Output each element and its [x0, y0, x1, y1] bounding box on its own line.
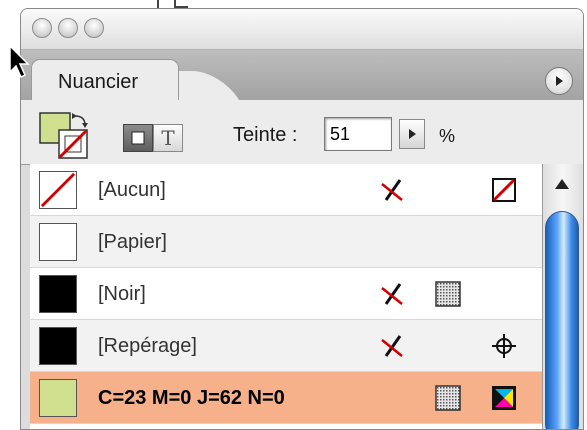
- registration-target-icon: [492, 334, 516, 358]
- pencil-crossed-icon: [381, 283, 403, 305]
- apply-to-container-button[interactable]: [123, 124, 153, 152]
- list-item[interactable]: [Noir]: [30, 268, 542, 320]
- swatch-name: [Papier]: [98, 231, 167, 253]
- close-button[interactable]: [32, 18, 52, 38]
- list-item[interactable]: [Papier]: [30, 216, 542, 268]
- apply-to-text-button[interactable]: T: [153, 124, 183, 152]
- swatches-palette-window: Nuancier T Teinte : % [Aucun]: [20, 8, 584, 430]
- process-color-icon: [435, 281, 461, 307]
- black-swatch-chip: [39, 275, 77, 313]
- play-arrow-icon: [409, 129, 416, 139]
- play-arrow-icon: [556, 76, 563, 86]
- palette-toolbar: [21, 100, 583, 165]
- swatch-name: [Aucun]: [98, 179, 166, 201]
- list-item[interactable]: C=23 M=0 J=62 N=0: [30, 372, 542, 424]
- cmyk-swatch-chip: [39, 379, 77, 417]
- swatch-name: C=23 M=0 J=62 N=0: [98, 387, 285, 409]
- minimize-button[interactable]: [58, 18, 78, 38]
- zoom-button[interactable]: [84, 18, 104, 38]
- pencil-crossed-icon: [381, 335, 403, 357]
- swatch-list: [Aucun] [Papier] [Noir] [Repérage] C=23 …: [30, 164, 542, 429]
- tab-nuancier[interactable]: Nuancier: [31, 59, 179, 101]
- palette-titlebar[interactable]: [21, 9, 583, 50]
- paper-swatch-chip: [39, 223, 77, 261]
- scroll-up-button[interactable]: [549, 171, 575, 197]
- swatch-name: [Repérage]: [98, 335, 197, 357]
- process-color-icon: [435, 385, 461, 411]
- swatch-name: [Noir]: [98, 283, 146, 305]
- tab-label: Nuancier: [58, 71, 139, 93]
- text-mode-glyph: T: [161, 126, 175, 150]
- scroll-thumb[interactable]: [545, 211, 579, 429]
- list-item[interactable]: [Aucun]: [30, 164, 542, 216]
- tint-label: Teinte :: [233, 124, 298, 146]
- fill-stroke-icon[interactable]: [39, 110, 91, 160]
- tint-slider-popup-button[interactable]: [399, 119, 425, 149]
- registration-swatch-chip: [39, 327, 77, 365]
- arrow-up-icon: [555, 179, 569, 189]
- pencil-crossed-icon: [381, 179, 403, 201]
- container-square-icon: [131, 131, 145, 145]
- tint-unit: %: [439, 126, 456, 146]
- palette-menu-button[interactable]: [545, 67, 573, 95]
- none-swatch-chip: [39, 171, 77, 209]
- none-type-icon: [492, 178, 516, 202]
- list-item[interactable]: [Repérage]: [30, 320, 542, 372]
- cmyk-mode-icon: [492, 386, 516, 410]
- tint-input[interactable]: [324, 117, 392, 151]
- mouse-pointer-icon: [9, 44, 30, 79]
